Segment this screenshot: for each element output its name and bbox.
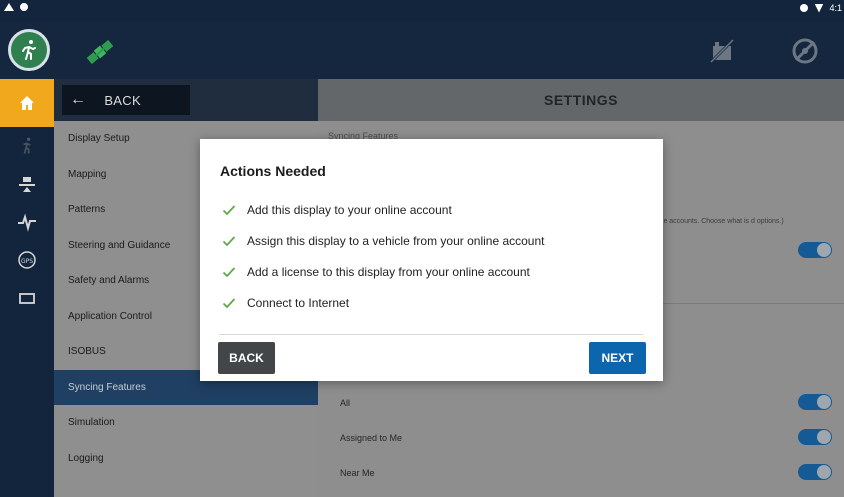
row-label-near-me: Near Me — [340, 468, 375, 478]
check-icon — [222, 266, 236, 277]
back-button-label: BACK — [104, 92, 141, 108]
settings-header: SETTINGS — [318, 79, 844, 121]
status-dot-icon — [20, 3, 28, 11]
implement-icon[interactable] — [707, 36, 737, 66]
row-label-assigned: Assigned to Me — [340, 433, 403, 443]
menu-item-logging[interactable]: Logging — [54, 441, 318, 477]
section-description: ble accounts. Choose what is d options.) — [658, 218, 784, 225]
check-icon — [222, 235, 236, 246]
steering-wheel-disabled-icon[interactable] — [790, 36, 820, 66]
top-bar — [0, 22, 844, 79]
wifi-icon — [814, 3, 824, 13]
home-button[interactable] — [0, 79, 54, 127]
rail-guidance-button[interactable] — [0, 165, 54, 203]
guidance-icon — [19, 177, 35, 192]
action-item: Add this display to your online account — [222, 194, 545, 225]
check-icon — [222, 204, 236, 215]
syncing-toggle[interactable] — [798, 242, 832, 258]
pulse-icon — [18, 213, 36, 232]
menu-header: ← BACK — [54, 79, 318, 121]
action-list: Add this display to your online account … — [222, 194, 545, 318]
rail-display-button[interactable] — [0, 279, 54, 317]
location-icon — [800, 4, 809, 12]
page-title: SETTINGS — [543, 92, 618, 108]
dialog-divider — [219, 334, 643, 335]
gps-satellite-icon[interactable] — [82, 34, 118, 70]
toggle-assigned-to-me[interactable] — [798, 429, 832, 445]
action-item: Add a license to this display from your … — [222, 256, 545, 287]
back-arrow-icon: ← — [70, 91, 87, 108]
dialog-title: Actions Needed — [220, 163, 326, 179]
gps-status-icon: GPS — [18, 251, 36, 269]
running-person-icon — [22, 40, 36, 60]
back-button[interactable]: ← BACK — [62, 85, 190, 115]
screen-icon — [19, 293, 35, 304]
toggle-all[interactable] — [798, 394, 832, 410]
check-icon — [222, 297, 236, 308]
operator-avatar[interactable] — [8, 29, 50, 71]
action-item: Assign this display to a vehicle from yo… — [222, 225, 545, 256]
clock: 4:1 — [829, 3, 842, 13]
dialog-next-button[interactable]: NEXT — [589, 342, 646, 374]
row-label-all: All — [340, 398, 351, 408]
action-item: Connect to Internet — [222, 287, 545, 318]
actions-needed-dialog: Actions Needed Add this display to your … — [200, 139, 663, 381]
toggle-near-me[interactable] — [798, 464, 832, 480]
svg-text:GPS: GPS — [21, 258, 33, 265]
home-icon — [20, 96, 34, 110]
running-person-icon — [23, 137, 31, 154]
left-nav-rail: GPS — [0, 79, 54, 497]
rail-operator-button[interactable] — [0, 127, 54, 165]
rail-diagnostics-button[interactable] — [0, 203, 54, 241]
status-bar: 4:1 — [0, 0, 844, 22]
menu-item-simulation[interactable]: Simulation — [54, 405, 318, 441]
rail-gps-button[interactable]: GPS — [0, 241, 54, 279]
notification-icon — [4, 3, 14, 11]
dialog-back-button[interactable]: BACK — [218, 342, 275, 374]
